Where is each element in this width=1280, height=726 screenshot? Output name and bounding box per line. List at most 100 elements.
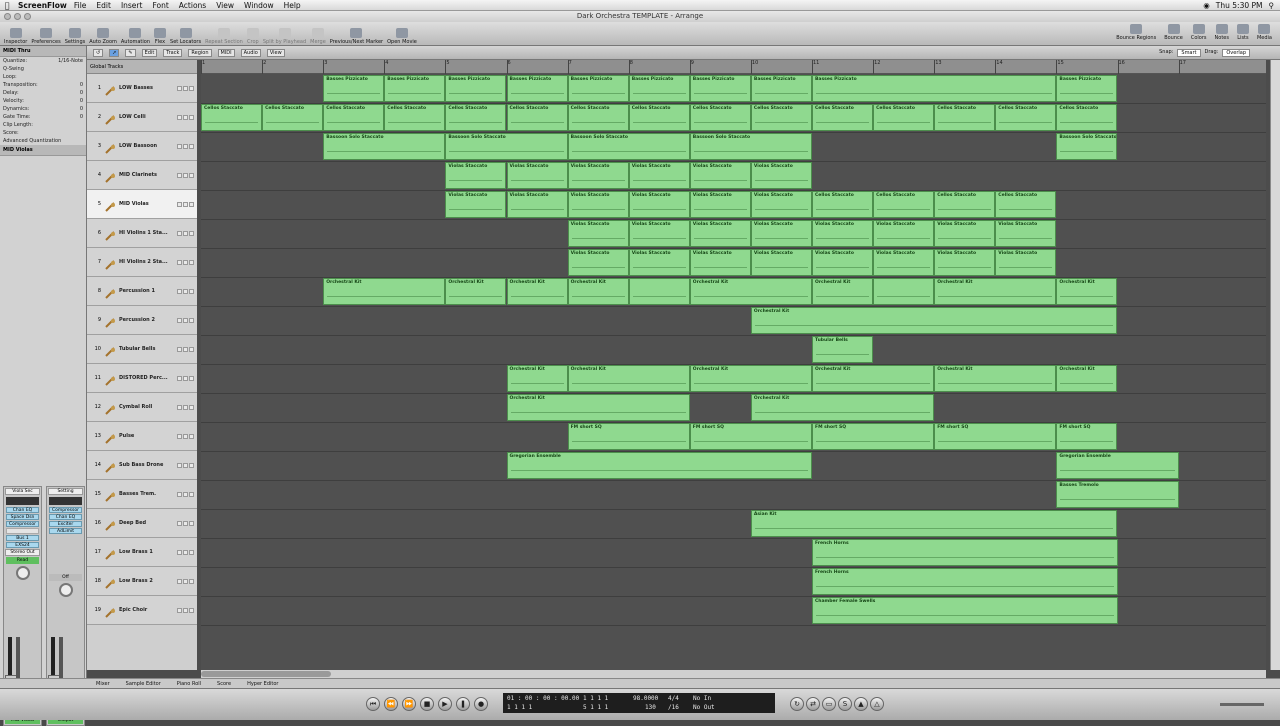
region[interactable]: Violas Staccato (812, 220, 874, 247)
region[interactable]: Orchestral Kit (689, 365, 812, 392)
mute-button[interactable] (177, 114, 182, 120)
toolbar-media-button[interactable]: Media (1257, 24, 1272, 41)
stop-icon[interactable]: ■ (420, 697, 434, 711)
track-name[interactable]: MID Violas (119, 201, 169, 207)
solo-button[interactable] (183, 288, 188, 294)
toolbar-lists-button[interactable]: Lists (1236, 24, 1249, 41)
region[interactable]: Cellos Staccato (323, 104, 385, 131)
record-button[interactable] (189, 520, 194, 526)
instrument-slot[interactable]: EXS24 (6, 542, 39, 548)
region[interactable]: Basses Pizzicato (567, 75, 629, 102)
track-header[interactable]: 12 Cymbal Roll (87, 393, 197, 422)
region[interactable]: Basses Pizzicato (628, 75, 690, 102)
region[interactable]: Orchestral Kit (323, 278, 446, 305)
record-button[interactable] (189, 259, 194, 265)
mute-button[interactable] (177, 317, 182, 323)
record-button[interactable] (189, 607, 194, 613)
region[interactable]: Orchestral Kit (567, 278, 629, 305)
region[interactable]: Violas Staccato (445, 191, 507, 218)
zoom-window-icon[interactable] (24, 13, 31, 20)
region[interactable]: Orchestral Kit (506, 365, 568, 392)
mute-button[interactable] (177, 433, 182, 439)
menu-region-local[interactable]: Region (188, 48, 212, 57)
toolbar-auto-zoom-button[interactable]: Auto Zoom (89, 28, 117, 45)
region[interactable]: Cellos Staccato (262, 104, 324, 131)
region[interactable]: Violas Staccato (689, 191, 751, 218)
region[interactable]: Violas Staccato (689, 220, 751, 247)
pan-knob[interactable] (58, 583, 73, 597)
insert-slot-empty[interactable] (6, 528, 39, 534)
send-slot[interactable]: Bus 1 (6, 535, 39, 541)
param-row[interactable]: Velocity: 0 (0, 97, 86, 105)
param-value[interactable]: 0 (80, 81, 83, 89)
param-row[interactable]: Score: (0, 129, 86, 137)
track-name[interactable]: Percussion 2 (119, 317, 169, 323)
param-row[interactable]: Loop: (0, 73, 86, 81)
mute-button[interactable] (177, 404, 182, 410)
track-header[interactable]: 7 HI Violins 2 Sta... (87, 248, 197, 277)
tab-piano-roll[interactable]: Piano Roll (177, 681, 201, 687)
region[interactable]: Basses Pizzicato (689, 75, 751, 102)
region[interactable]: Bassoon Solo Staccato (567, 133, 690, 160)
setting-button[interactable]: Setting (48, 488, 83, 495)
region[interactable]: FM short SQ (689, 423, 812, 450)
region[interactable]: Violas Staccato (995, 249, 1057, 276)
pause-icon[interactable]: ❚ (456, 697, 470, 711)
toolbar-set-locators-button[interactable]: Set Locators (170, 28, 201, 45)
mute-button[interactable] (177, 491, 182, 497)
region[interactable]: Cellos Staccato (445, 104, 507, 131)
menu-view-local[interactable]: View (266, 48, 285, 57)
toolbar-crop-button[interactable]: Crop (246, 28, 259, 45)
region[interactable]: Bassoon Solo Staccato (689, 133, 812, 160)
toolbar-merge-button[interactable]: Merge (310, 28, 326, 45)
region[interactable]: Violas Staccato (689, 249, 751, 276)
track-header[interactable]: 13 Pulse (87, 422, 197, 451)
track-name[interactable]: Cymbal Roll (119, 404, 169, 410)
region[interactable]: Cellos Staccato (750, 104, 812, 131)
param-row[interactable]: Delay: 0 (0, 89, 86, 97)
go-to-start-icon[interactable]: ⏮ (366, 697, 380, 711)
wifi-icon[interactable]: ◉ (1203, 1, 1210, 10)
track-header[interactable]: 16 Deep Bed (87, 509, 197, 538)
insert-slot[interactable]: Compressor (6, 521, 39, 527)
insert-slot[interactable]: Chan EQ (6, 507, 39, 513)
record-button[interactable] (189, 462, 194, 468)
mute-button[interactable] (177, 375, 182, 381)
region-params-header[interactable]: MIDI Thru (0, 46, 86, 57)
metronome-icon[interactable]: △ (870, 697, 884, 711)
toolbar-automation-button[interactable]: Automation (121, 28, 150, 45)
minimize-window-icon[interactable] (14, 13, 21, 20)
region[interactable]: Orchestral Kit (689, 278, 812, 305)
global-tracks-toggle[interactable]: Global Tracks (87, 60, 197, 74)
region[interactable]: Cellos Staccato (812, 191, 874, 218)
mute-button[interactable] (177, 578, 182, 584)
track-name[interactable]: LOW Bassoon (119, 143, 169, 149)
region[interactable]: Violas Staccato (995, 220, 1057, 247)
region[interactable]: Bassoon Solo Staccato (445, 133, 568, 160)
eq-display[interactable] (49, 497, 82, 505)
region[interactable]: Cellos Staccato (995, 104, 1057, 131)
record-button[interactable] (189, 317, 194, 323)
solo-button[interactable] (183, 317, 188, 323)
mute-button[interactable] (177, 607, 182, 613)
track-name[interactable]: Low Brass 2 (119, 578, 169, 584)
param-value[interactable]: 0 (80, 113, 83, 121)
region[interactable]: Violas Staccato (567, 162, 629, 189)
region[interactable]: Cellos Staccato (567, 104, 629, 131)
track-header[interactable]: 8 Percussion 1 (87, 277, 197, 306)
region[interactable]: Basses Tremolo (1056, 481, 1179, 508)
track-header[interactable]: 18 Low Brass 2 (87, 567, 197, 596)
replace-icon[interactable]: ⇄ (806, 697, 820, 711)
solo-button[interactable] (183, 230, 188, 236)
param-value[interactable]: 0 (80, 89, 83, 97)
region[interactable]: Violas Staccato (750, 162, 812, 189)
region[interactable]: Cellos Staccato (384, 104, 446, 131)
region[interactable]: Orchestral Kit (934, 365, 1057, 392)
menu-midi-local[interactable]: MIDI (217, 48, 235, 57)
region[interactable]: Cellos Staccato (201, 104, 263, 131)
region[interactable] (873, 278, 935, 305)
toolbar-bounce-regions-button[interactable]: Bounce Regions (1116, 24, 1156, 41)
mute-button[interactable] (177, 143, 182, 149)
track-name[interactable]: DISTORED Perc... (119, 375, 169, 381)
track-name[interactable]: Sub Bass Drone (119, 462, 169, 468)
